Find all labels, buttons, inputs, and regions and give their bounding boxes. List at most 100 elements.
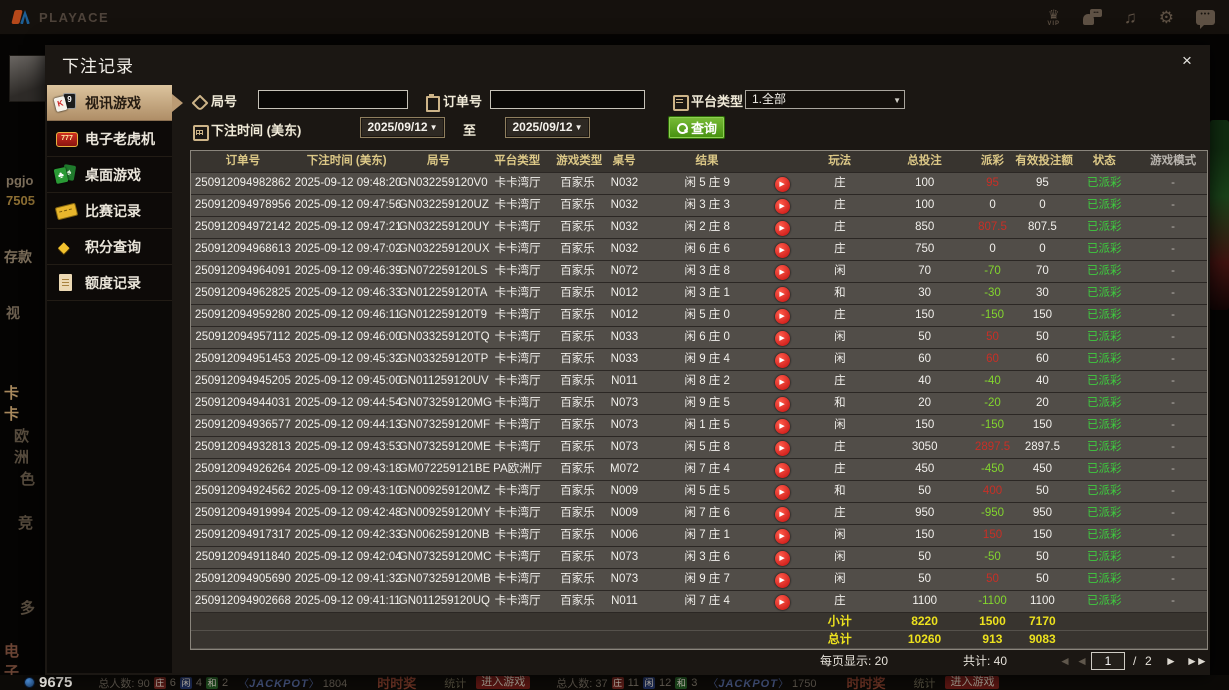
replay-button[interactable]: ▶ <box>774 331 790 346</box>
chat-bubble-icon[interactable] <box>1196 9 1215 29</box>
replay-button[interactable]: ▶ <box>774 177 790 192</box>
search-button[interactable]: 查询 <box>668 116 726 139</box>
cell-valid-bet: 50 <box>1036 485 1049 497</box>
grand-total-row-valid-bet: 9083 <box>1028 632 1056 646</box>
stats-button[interactable]: 统计 <box>913 675 935 690</box>
replay-button[interactable]: ▶ <box>774 221 790 236</box>
cell-bet-time: 2025-09-12 09:44:54 <box>294 397 402 409</box>
cell-status: 已派彩 <box>1087 529 1122 541</box>
last-page-icon[interactable]: ►► <box>1186 651 1208 671</box>
cell-empty <box>1139 613 1207 630</box>
replay-button[interactable]: ▶ <box>774 199 790 214</box>
replay-button[interactable]: ▶ <box>774 353 790 368</box>
replay-button[interactable]: ▶ <box>774 375 790 390</box>
cell-game-type: 百家乐 <box>560 441 595 453</box>
cell-result: 闲 9 庄 4 <box>684 353 730 365</box>
cell-payout: -30 <box>984 287 1001 299</box>
grand-total-row-label: 总计 <box>827 632 852 646</box>
customer-service-icon[interactable] <box>1082 9 1102 25</box>
cell-result: 闲 3 庄 1 <box>684 287 730 299</box>
enter-game-button[interactable]: 进入游戏 <box>476 676 531 689</box>
replay-button[interactable]: ▶ <box>774 243 790 258</box>
sidebar-item-table-games[interactable]: 桌面游戏 <box>47 157 172 193</box>
slot-icon <box>55 129 78 149</box>
cell-game-type: 百家乐 <box>560 265 595 277</box>
settings-gear-icon[interactable]: ⚙ <box>1159 9 1174 26</box>
cell-valid-bet: 1100 <box>1030 595 1055 607</box>
cell-total-bet: 950 <box>915 507 935 519</box>
table-row: 250912094945205 2025-09-12 09:45:00 GN0112… <box>191 371 1207 393</box>
replay-button[interactable]: ▶ <box>774 265 790 280</box>
platform-select[interactable]: 1.全部 <box>745 90 905 109</box>
first-page-icon[interactable]: ◄ <box>1059 651 1071 671</box>
cell-order-no: 250912094945205 <box>194 375 291 387</box>
cell-table-no: N032 <box>610 177 639 189</box>
cell-result: 闲 7 庄 1 <box>684 529 730 541</box>
player-badge: 闲 <box>179 676 192 689</box>
cell-bet-time: 2025-09-12 09:47:21 <box>294 221 402 233</box>
date-from-picker[interactable]: 2025/09/12 ▼ <box>360 117 445 138</box>
cell-valid-bet: 50 <box>1036 331 1049 343</box>
sidebar-item-quota-records[interactable]: 额度记录 <box>47 265 172 301</box>
next-page-icon[interactable]: ► <box>1165 651 1177 671</box>
bottom-ticker: 9675 总人数: 90 庄 6 闲 4 和 2 〈JACKPOT〉 1804 时时奖 统计 … <box>0 675 1229 690</box>
cell-table-no: N073 <box>610 419 639 431</box>
enter-game-button[interactable]: 进入游戏 <box>945 676 1000 689</box>
prev-page-icon[interactable]: ◄ <box>1076 651 1088 671</box>
replay-button[interactable]: ▶ <box>774 441 790 456</box>
cell-status: 已派彩 <box>1087 507 1122 519</box>
cell-result: 闲 7 庄 4 <box>684 595 730 607</box>
cell-total-bet: 3050 <box>911 441 938 453</box>
cell-platform: 卡卡湾厅 <box>494 353 541 365</box>
stats-button[interactable]: 统计 <box>444 675 466 690</box>
replay-button[interactable]: ▶ <box>774 463 790 478</box>
replay-button[interactable]: ▶ <box>774 287 790 302</box>
banker-badge: 庄 <box>611 676 624 689</box>
header-round-no: 局号 <box>426 155 450 167</box>
close-icon[interactable]: × <box>1177 51 1197 71</box>
cell-table-no: N072 <box>610 265 639 277</box>
cell-replay: ▶ <box>764 481 800 502</box>
vip-icon[interactable]: ♛ VIP <box>1047 8 1060 27</box>
sidebar-item-slots[interactable]: 电子老虎机 <box>47 121 172 157</box>
date-to-picker[interactable]: 2025/09/12 ▼ <box>505 117 590 138</box>
round-no-input[interactable] <box>258 90 408 109</box>
cell-result: 闲 2 庄 8 <box>684 221 730 233</box>
music-icon[interactable]: ♫ <box>1124 9 1137 26</box>
order-no-input[interactable] <box>490 90 645 109</box>
cell-bet-time: 2025-09-12 09:45:32 <box>294 353 402 365</box>
replay-button[interactable]: ▶ <box>774 507 790 522</box>
playace-logo[interactable]: PLAYACE <box>12 8 109 26</box>
replay-button[interactable]: ▶ <box>774 595 790 610</box>
cell-game-mode: - <box>1171 485 1176 497</box>
cell-bet-type: 和 <box>834 397 846 409</box>
replay-button[interactable]: ▶ <box>774 419 790 434</box>
replay-button[interactable]: ▶ <box>774 485 790 500</box>
replay-button[interactable]: ▶ <box>774 573 790 588</box>
screen: PLAYACE ♛VIP ♫ ⚙ pgjo 7505 存款 视 卡卡欧洲色竞多 电… <box>0 0 1229 690</box>
cell-replay: ▶ <box>764 371 800 392</box>
cell-round-no: GN011259120UV <box>398 375 489 387</box>
search-icon <box>676 122 688 134</box>
subtotal-row-label: 小计 <box>827 614 852 628</box>
page-input[interactable]: 1 <box>1091 652 1125 670</box>
replay-button[interactable]: ▶ <box>774 309 790 324</box>
replay-button[interactable]: ▶ <box>774 551 790 566</box>
cell-round-no: GN012259120T9 <box>398 309 487 321</box>
sidebar-item-points-query[interactable]: 积分查询 <box>47 229 172 265</box>
cell-status: 已派彩 <box>1087 551 1122 563</box>
cell-game-mode: - <box>1171 441 1176 453</box>
sidebar-item-live-games[interactable]: 视讯游戏 <box>47 85 183 121</box>
cell-replay: ▶ <box>764 591 800 612</box>
cell-bet-time: 2025-09-12 09:42:33 <box>294 529 402 541</box>
modal-sidebar: 视讯游戏电子老虎机桌面游戏比赛记录积分查询额度记录 <box>47 85 183 673</box>
sidebar-item-match-records[interactable]: 比赛记录 <box>47 193 172 229</box>
ticket-icon <box>55 201 77 221</box>
cell-total-bet: 70 <box>918 265 932 277</box>
cell-payout: 807.5 <box>978 221 1007 233</box>
cell-platform: 卡卡湾厅 <box>494 199 541 211</box>
cell-order-no: 250912094964091 <box>194 265 291 277</box>
replay-button[interactable]: ▶ <box>774 397 790 412</box>
replay-button[interactable]: ▶ <box>774 529 790 544</box>
cell-valid-bet: 70 <box>1036 265 1049 277</box>
